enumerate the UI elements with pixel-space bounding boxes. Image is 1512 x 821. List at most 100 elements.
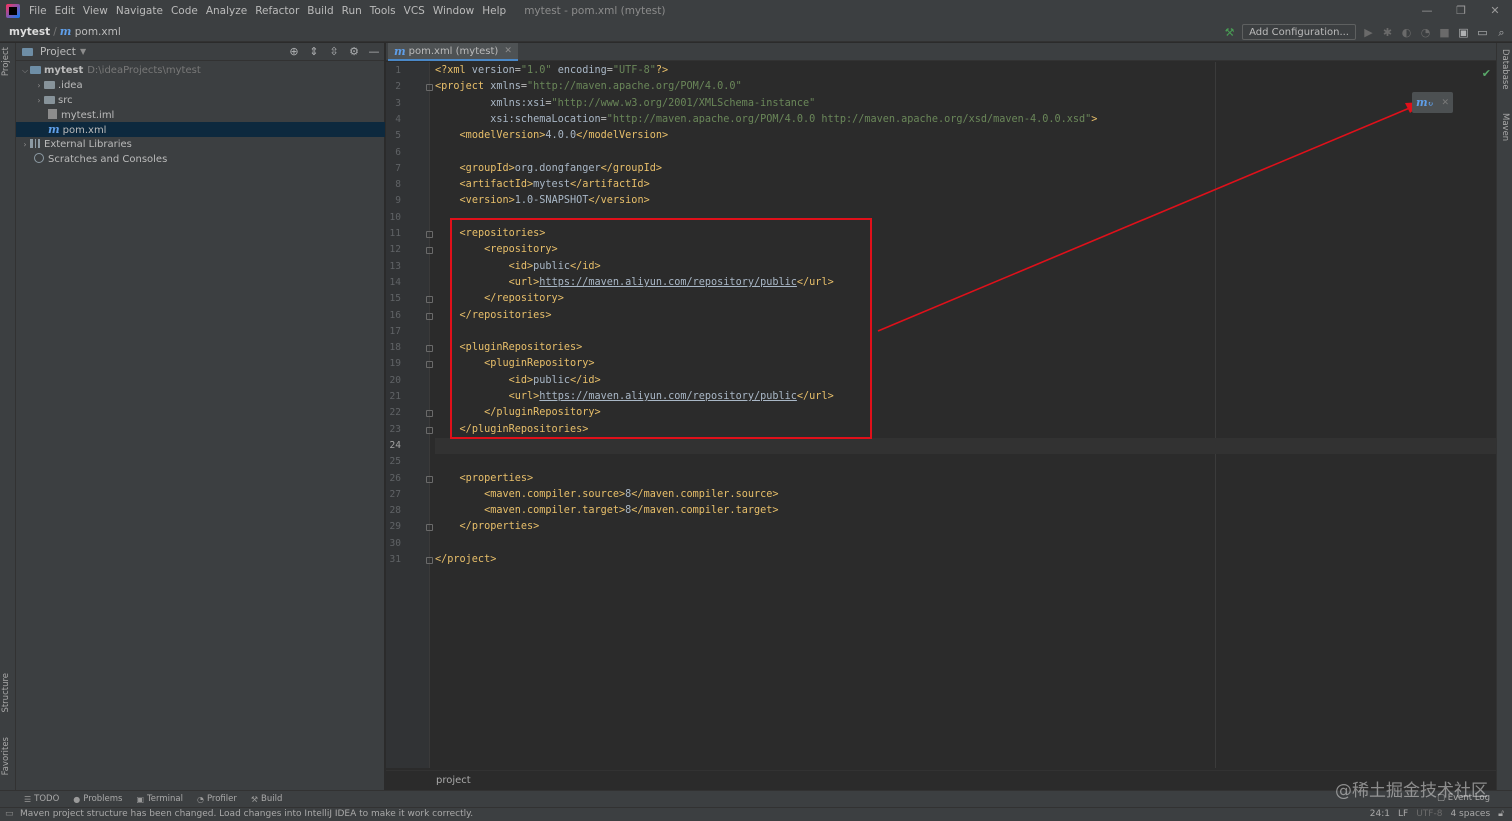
breadcrumb-project[interactable]: mytest xyxy=(9,26,50,38)
fold-marker-icon[interactable] xyxy=(426,345,433,353)
menu-run[interactable]: Run xyxy=(338,0,366,22)
menu-navigate[interactable]: Navigate xyxy=(112,0,167,22)
no-problems-check-icon[interactable]: ✔ xyxy=(1482,67,1491,80)
code-line[interactable]: <project xmlns="http://maven.apache.org/… xyxy=(435,79,742,95)
line-number: 31 xyxy=(389,554,401,565)
line-separator[interactable]: LF xyxy=(1398,808,1408,821)
maven-reload-icon[interactable]: m↻ xyxy=(1416,96,1434,109)
menu-view[interactable]: View xyxy=(79,0,112,22)
tree-item-pom-xml[interactable]: m pom.xml xyxy=(16,122,385,137)
file-encoding[interactable]: UTF-8 xyxy=(1416,808,1442,821)
fold-marker-icon[interactable] xyxy=(426,312,433,320)
problems-tool-tab[interactable]: ● Problems xyxy=(73,794,122,804)
breadcrumb-file[interactable]: pom.xml xyxy=(75,26,121,38)
fold-marker-icon[interactable] xyxy=(426,84,433,92)
menu-analyze[interactable]: Analyze xyxy=(202,0,251,22)
indent-setting[interactable]: 4 spaces xyxy=(1450,808,1490,821)
stop-icon[interactable]: ■ xyxy=(1438,26,1451,39)
chevron-down-icon[interactable]: ⌵ xyxy=(20,63,30,78)
code-line[interactable]: <maven.compiler.source>8</maven.compiler… xyxy=(435,487,778,503)
breadcrumb-project-tag[interactable]: project xyxy=(436,775,471,786)
code-line[interactable]: <version>1.0-SNAPSHOT</version> xyxy=(435,193,650,209)
menu-help[interactable]: Help xyxy=(478,0,510,22)
add-configuration-button[interactable]: Add Configuration... xyxy=(1242,24,1356,40)
run-icon[interactable]: ▶ xyxy=(1362,26,1375,39)
code-line[interactable]: xmlns:xsi="http://www.w3.org/2001/XMLSch… xyxy=(435,96,815,112)
project-structure-icon[interactable]: ▣ xyxy=(1457,26,1470,39)
layout-icon[interactable]: ▭ xyxy=(1476,26,1489,39)
load-maven-changes-button[interactable]: m↻ ✕ xyxy=(1412,92,1453,113)
coverage-icon[interactable]: ◐ xyxy=(1400,26,1413,39)
close-icon[interactable]: ✕ xyxy=(1478,0,1512,22)
fold-marker-icon[interactable] xyxy=(426,410,433,418)
menu-file[interactable]: File xyxy=(25,0,51,22)
fold-marker-icon[interactable] xyxy=(426,475,433,483)
menu-tools[interactable]: Tools xyxy=(366,0,400,22)
menu-build[interactable]: Build xyxy=(303,0,337,22)
code-line[interactable]: <modelVersion>4.0.0</modelVersion> xyxy=(435,128,669,144)
chevron-right-icon[interactable]: › xyxy=(20,137,30,152)
code-line[interactable]: <artifactId>mytest</artifactId> xyxy=(435,177,650,193)
hide-icon[interactable]: — xyxy=(368,45,380,58)
tree-item-mytest-iml[interactable]: mytest.iml xyxy=(16,108,385,123)
fold-marker-icon[interactable] xyxy=(426,557,433,564)
build-tool-tab[interactable]: ⚒ Build xyxy=(251,794,283,804)
tree-item-idea[interactable]: › .idea xyxy=(16,78,385,93)
code-line[interactable]: <groupId>org.dongfanger</groupId> xyxy=(435,161,662,177)
tree-item-external-libraries[interactable]: › External Libraries xyxy=(16,137,385,152)
status-message[interactable]: Maven project structure has been changed… xyxy=(20,808,473,821)
favorites-tool-tab[interactable]: Favorites xyxy=(1,737,11,775)
status-toggle-icon[interactable]: ▭ xyxy=(5,808,14,821)
menu-refactor[interactable]: Refactor xyxy=(251,0,303,22)
restore-icon[interactable]: ❐ xyxy=(1444,0,1478,22)
menu-window[interactable]: Window xyxy=(429,0,478,22)
structure-tool-tab[interactable]: Structure xyxy=(1,673,11,713)
fold-marker-icon[interactable] xyxy=(426,524,433,532)
build-hammer-icon[interactable]: ⚒ xyxy=(1223,26,1236,39)
locate-icon[interactable]: ⊕ xyxy=(288,45,300,58)
project-tool-tab[interactable]: Project xyxy=(1,47,11,76)
code-line[interactable] xyxy=(435,437,1496,454)
profiler-tool-tab[interactable]: ◔ Profiler xyxy=(197,794,237,804)
search-icon[interactable]: ⌕ xyxy=(1495,26,1508,39)
minimize-icon[interactable]: — xyxy=(1410,0,1444,22)
terminal-tool-tab[interactable]: ▣ Terminal xyxy=(136,794,182,804)
menu-code[interactable]: Code xyxy=(167,0,202,22)
tree-item-src[interactable]: › src xyxy=(16,93,385,108)
database-tool-tab[interactable]: Database xyxy=(1500,49,1510,90)
fold-marker-icon[interactable] xyxy=(426,361,433,369)
project-view-dropdown[interactable]: Project xyxy=(40,46,76,58)
code-line[interactable]: xsi:schemaLocation="http://maven.apache.… xyxy=(435,112,1097,128)
fold-marker-icon[interactable] xyxy=(426,296,433,304)
chevron-right-icon[interactable]: › xyxy=(34,78,44,93)
code-line[interactable]: <properties> xyxy=(435,471,534,487)
profile-icon[interactable]: ◔ xyxy=(1419,26,1432,39)
code-line[interactable]: </properties> xyxy=(435,519,540,535)
lock-icon[interactable]: 🔓︎ xyxy=(1498,808,1504,821)
todo-tool-tab[interactable]: ☰ TODO xyxy=(24,794,59,804)
tab-pom-xml[interactable]: m pom.xml (mytest) ✕ xyxy=(388,43,518,61)
expand-all-icon[interactable]: ⇕ xyxy=(308,45,320,58)
code-line[interactable]: </project> xyxy=(435,552,496,568)
chevron-right-icon[interactable]: › xyxy=(34,93,44,108)
collapse-all-icon[interactable]: ⇳ xyxy=(328,45,340,58)
window-title: mytest - pom.xml (mytest) xyxy=(524,5,666,17)
code-line[interactable]: <maven.compiler.target>8</maven.compiler… xyxy=(435,503,778,519)
tree-item-mytest[interactable]: ⌵ mytest D:\ideaProjects\mytest xyxy=(16,63,385,78)
menu-vcs[interactable]: VCS xyxy=(400,0,429,22)
maven-tool-tab[interactable]: Maven xyxy=(1500,113,1510,141)
caret-position[interactable]: 24:1 xyxy=(1370,808,1390,821)
fold-marker-icon[interactable] xyxy=(426,247,433,255)
hammer-icon: ⚒ xyxy=(250,794,259,804)
close-icon[interactable]: ✕ xyxy=(504,46,512,56)
fold-marker-icon[interactable] xyxy=(426,426,433,434)
close-icon[interactable]: ✕ xyxy=(1441,98,1449,108)
gear-icon[interactable]: ⚙ xyxy=(348,45,360,58)
fold-marker-icon[interactable] xyxy=(426,231,433,238)
line-number: 5 xyxy=(395,130,401,142)
tree-item-scratches[interactable]: Scratches and Consoles xyxy=(16,152,385,167)
code-line[interactable]: <?xml version="1.0" encoding="UTF-8"?> xyxy=(435,63,668,79)
chevron-down-icon[interactable]: ▼ xyxy=(80,47,86,56)
debug-icon[interactable]: ✱ xyxy=(1381,26,1394,39)
menu-edit[interactable]: Edit xyxy=(51,0,79,22)
